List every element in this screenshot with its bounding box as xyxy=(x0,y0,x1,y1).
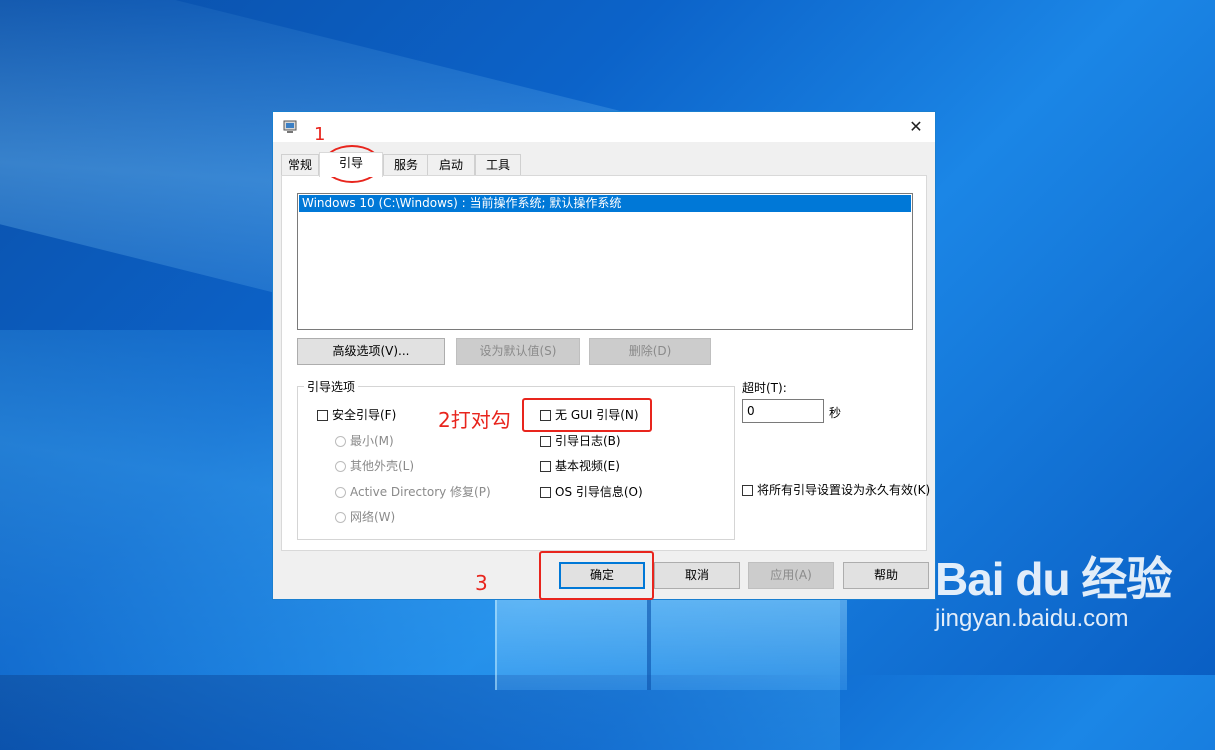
annotation-box-no-gui xyxy=(522,398,652,432)
network-label: 网络(W) xyxy=(350,510,396,524)
boot-log-checkbox[interactable]: 引导日志(B) xyxy=(540,433,621,449)
advanced-options-button[interactable]: 高级选项(V)... xyxy=(297,338,445,365)
checkbox-box[interactable] xyxy=(540,461,551,472)
ad-repair-radio[interactable]: Active Directory 修复(P) xyxy=(335,484,491,500)
safe-boot-label: 安全引导(F) xyxy=(332,408,397,422)
make-permanent-checkbox[interactable]: 将所有引导设置设为永久有效(K) xyxy=(742,482,932,499)
annotation-step-2: 2打对勾 xyxy=(438,408,511,432)
tab-services[interactable]: 服务 xyxy=(383,154,429,175)
seconds-label: 秒 xyxy=(829,406,842,420)
boot-options-group: 引导选项 安全引导(F) 最小(M) 其他外壳(L) Active Direct… xyxy=(297,378,735,540)
checkbox-box[interactable] xyxy=(317,410,328,421)
annotation-step-3: 3 xyxy=(475,571,488,595)
checkbox-box[interactable] xyxy=(540,436,551,447)
baidu-jingyan-watermark: Bai du 经验 jingyan.baidu.com xyxy=(935,543,1172,633)
timeout-input[interactable]: 0 xyxy=(742,399,824,423)
timeout-label: 超时(T): xyxy=(742,381,787,395)
ad-repair-label: Active Directory 修复(P) xyxy=(350,485,491,499)
os-list[interactable]: Windows 10 (C:\Windows) : 当前操作系统; 默认操作系统 xyxy=(297,193,913,330)
annotation-step-1: 1 xyxy=(314,124,326,145)
checkbox-box[interactable] xyxy=(540,487,551,498)
network-radio[interactable]: 网络(W) xyxy=(335,509,395,525)
os-list-item[interactable]: Windows 10 (C:\Windows) : 当前操作系统; 默认操作系统 xyxy=(299,195,911,212)
tab-tools[interactable]: 工具 xyxy=(475,154,521,175)
apply-button[interactable]: 应用(A) xyxy=(748,562,834,589)
make-permanent-label: 将所有引导设置设为永久有效(K) xyxy=(757,483,931,497)
system-configuration-dialog: ✕ 常规 引导 服务 启动 工具 Windows 10 (C:\Windows)… xyxy=(272,111,936,600)
boot-tab-panel: Windows 10 (C:\Windows) : 当前操作系统; 默认操作系统… xyxy=(281,175,930,551)
msconfig-icon xyxy=(283,120,297,133)
tab-boot[interactable]: 引导 xyxy=(319,152,383,177)
close-button[interactable]: ✕ xyxy=(905,117,927,137)
os-boot-info-checkbox[interactable]: OS 引导信息(O) xyxy=(540,484,643,500)
windows-logo-reflection xyxy=(495,600,847,690)
minimal-radio[interactable]: 最小(M) xyxy=(335,433,394,449)
radio-circle xyxy=(335,436,346,447)
baidu-logo: Bai du 经验 xyxy=(935,553,1172,605)
safe-boot-checkbox[interactable]: 安全引导(F) xyxy=(317,407,396,423)
checkbox-box[interactable] xyxy=(742,485,753,496)
radio-circle xyxy=(335,512,346,523)
annotation-box-ok xyxy=(539,551,654,600)
tab-general[interactable]: 常规 xyxy=(281,154,319,175)
tab-startup[interactable]: 启动 xyxy=(427,154,475,175)
minimal-label: 最小(M) xyxy=(350,434,394,448)
alternate-shell-label: 其他外壳(L) xyxy=(350,459,415,473)
radio-circle xyxy=(335,461,346,472)
set-default-button[interactable]: 设为默认值(S) xyxy=(456,338,580,365)
cancel-button[interactable]: 取消 xyxy=(654,562,740,589)
alternate-shell-radio[interactable]: 其他外壳(L) xyxy=(335,458,414,474)
os-boot-info-label: OS 引导信息(O) xyxy=(555,485,643,499)
boot-log-label: 引导日志(B) xyxy=(555,434,621,448)
boot-options-title: 引导选项 xyxy=(304,378,359,395)
radio-circle xyxy=(335,487,346,498)
title-bar[interactable]: ✕ xyxy=(273,112,935,142)
watermark-url: jingyan.baidu.com xyxy=(935,605,1129,632)
base-video-label: 基本视频(E) xyxy=(555,459,620,473)
delete-button[interactable]: 删除(D) xyxy=(589,338,711,365)
help-button[interactable]: 帮助 xyxy=(843,562,929,589)
base-video-checkbox[interactable]: 基本视频(E) xyxy=(540,458,620,474)
